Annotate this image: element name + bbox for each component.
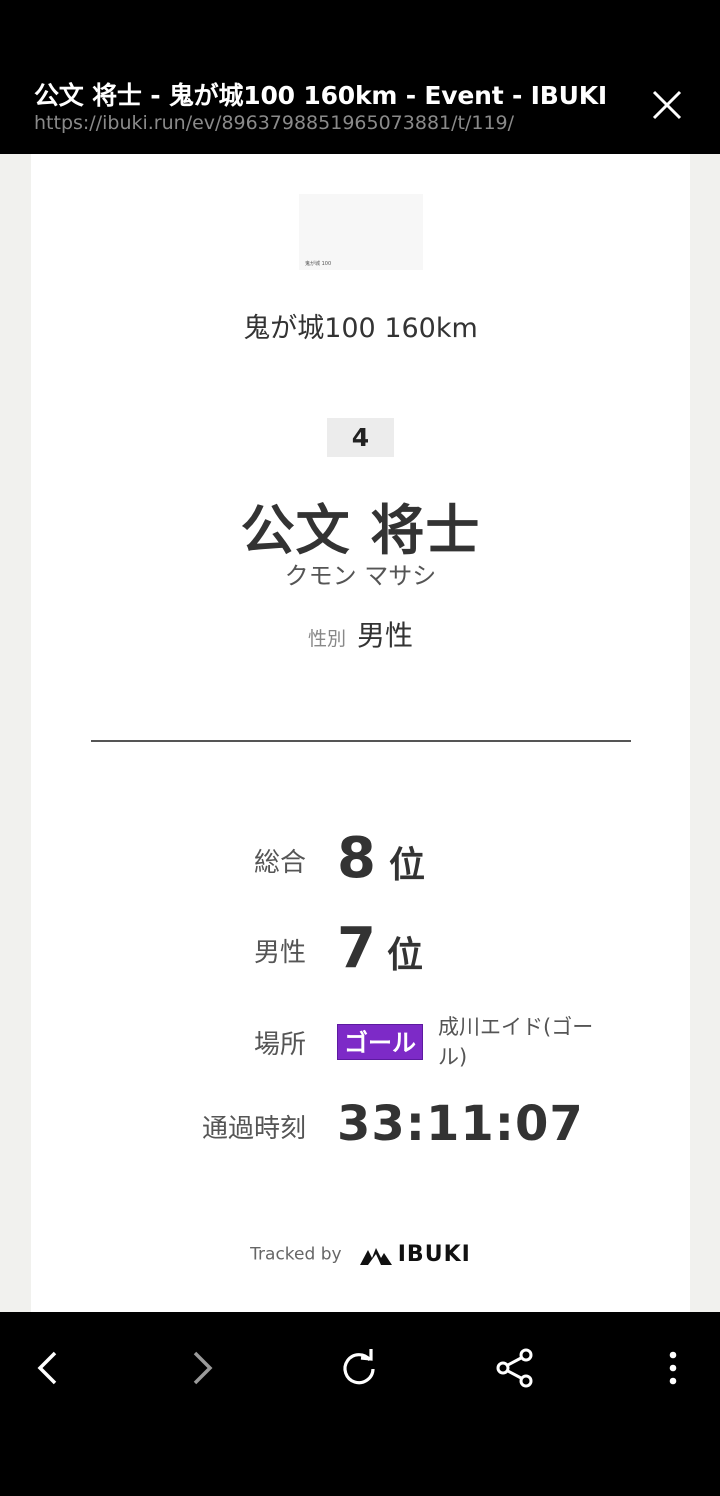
result-card: 鬼が城 100 鬼が城100 160km 4 公文 将士 クモン マサシ 性別 … [31,154,690,1312]
divider [91,740,631,742]
close-button[interactable] [644,82,690,128]
more-button[interactable] [643,1338,703,1398]
ibuki-brand: IBUKI [397,1242,471,1267]
passing-time: 33:11:07 [337,1096,584,1152]
runner-kana: クモン マサシ [284,562,437,590]
share-button[interactable] [485,1338,545,1398]
thumbnail-caption: 鬼が城 100 [305,261,332,267]
reload-button[interactable] [329,1338,389,1398]
goal-badge: ゴール [337,1024,423,1060]
browser-toolbar [0,1312,720,1496]
back-button[interactable] [18,1338,78,1398]
event-name: 鬼が城100 160km [243,313,478,344]
gender-rank-unit: 位 [387,935,424,976]
time-label: 通過時刻 [201,1114,306,1144]
browser-header: 公文 将士 - 鬼が城100 160km - Event - IBUKI htt… [0,0,720,154]
page-title: 公文 将士 - 鬼が城100 160km - Event - IBUKI [34,81,608,110]
tracked-by[interactable]: Tracked by IBUKI [31,1242,690,1267]
place-name: 成川エイド(ゴール) [438,1015,594,1069]
gender-rank: 7 [337,916,376,981]
share-icon [496,1348,533,1388]
back-icon [37,1351,57,1385]
gender-rank-label: 男性 [253,938,306,968]
tracked-by-text: Tracked by [250,1244,342,1265]
overall-label: 総合 [253,848,306,878]
forward-button[interactable] [172,1338,232,1398]
bib-number: 4 [327,418,394,457]
more-icon [669,1351,677,1385]
place-label: 場所 [253,1030,306,1060]
gender-label: 性別 [307,628,346,650]
ibuki-logo-icon [359,1247,392,1265]
forward-icon [193,1351,213,1385]
overall-rank: 8 [337,826,376,891]
gender-row: 性別 男性 [31,614,690,654]
event-thumbnail[interactable]: 鬼が城 100 [299,194,423,270]
reload-icon [343,1349,375,1385]
close-icon [652,90,682,120]
gender-value: 男性 [357,619,414,652]
web-content[interactable]: 鬼が城 100 鬼が城100 160km 4 公文 将士 クモン マサシ 性別 … [0,154,720,1312]
page-url[interactable]: https://ibuki.run/ev/8963798851965073881… [34,112,634,134]
overall-rank-unit: 位 [389,845,426,886]
runner-name: 公文 将士 [240,499,481,562]
